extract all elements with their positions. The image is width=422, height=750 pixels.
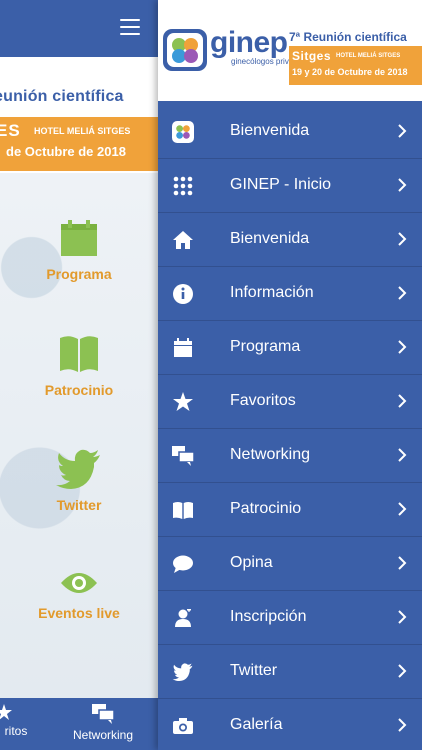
menu-item-bienvenida[interactable]: Bienvenida bbox=[158, 105, 422, 159]
menu-item-label: Programa bbox=[230, 338, 301, 355]
header-sitges-text: Sitges bbox=[292, 49, 332, 63]
chevron-right-icon bbox=[398, 124, 407, 138]
ginep-logo-icon bbox=[172, 121, 194, 143]
banner-reunion-text: eunión científica bbox=[0, 88, 124, 105]
chevron-right-icon bbox=[398, 232, 407, 246]
bottom-tab-bar: ritos Networking bbox=[0, 698, 158, 750]
menu-item-label: Galería bbox=[230, 716, 283, 733]
grid-icon bbox=[172, 175, 194, 197]
navigation-drawer: ginep ginecólogos privados 7ª Reunión ci… bbox=[158, 0, 422, 750]
chevron-right-icon bbox=[398, 664, 407, 678]
menu-item-label: Patrocinio bbox=[230, 500, 302, 517]
banner-sitges-text: ES bbox=[0, 121, 21, 140]
star-icon bbox=[172, 391, 194, 413]
tab-label: ritos bbox=[4, 724, 28, 738]
drawer-header: ginep ginecólogos privados 7ª Reunión ci… bbox=[158, 0, 422, 101]
chat-bubbles-icon bbox=[172, 445, 194, 467]
chevron-right-icon bbox=[398, 286, 407, 300]
tile-twitter[interactable]: Twitter bbox=[0, 449, 158, 513]
header-dates-text: 19 y 20 de Octubre de 2018 bbox=[292, 67, 408, 77]
tile-label: Programa bbox=[46, 266, 112, 282]
menu-icon[interactable] bbox=[120, 19, 140, 35]
menu-item-programa[interactable]: Programa bbox=[158, 321, 422, 375]
chevron-right-icon bbox=[398, 178, 407, 192]
menu-item-bienvenida-home[interactable]: Bienvenida bbox=[158, 213, 422, 267]
twitter-bird-icon bbox=[56, 449, 100, 489]
menu-item-networking[interactable]: Networking bbox=[158, 429, 422, 483]
tile-label: Patrocinio bbox=[44, 382, 114, 398]
menu-item-label: Información bbox=[230, 284, 314, 301]
tile-label: Twitter bbox=[56, 497, 102, 513]
speech-bubble-icon bbox=[172, 553, 194, 575]
book-icon bbox=[60, 336, 98, 372]
camera-icon bbox=[172, 715, 194, 737]
menu-item-label: Opina bbox=[230, 554, 273, 571]
menu-item-label: Inscripción bbox=[230, 608, 307, 625]
chevron-right-icon bbox=[398, 718, 407, 732]
info-icon bbox=[172, 283, 194, 305]
calendar-icon bbox=[61, 220, 97, 256]
tile-patrocinio[interactable]: Patrocinio bbox=[0, 334, 158, 398]
header-hotel-text: HOTEL MELIÁ SITGES bbox=[336, 53, 401, 59]
eye-icon bbox=[61, 573, 97, 593]
top-bar bbox=[0, 0, 158, 57]
chevron-right-icon bbox=[398, 448, 407, 462]
menu-item-ginep-inicio[interactable]: GINEP - Inicio bbox=[158, 159, 422, 213]
header-reunion-text: 7ª Reunión científica bbox=[289, 30, 407, 44]
menu-item-label: Networking bbox=[230, 446, 311, 463]
menu-item-patrocinio[interactable]: Patrocinio bbox=[158, 483, 422, 537]
tile-programa[interactable]: Programa bbox=[0, 218, 158, 282]
menu-item-twitter[interactable]: Twitter bbox=[158, 645, 422, 699]
book-icon bbox=[172, 499, 194, 521]
chat-bubbles-icon bbox=[92, 704, 114, 724]
menu-item-opina[interactable]: Opina bbox=[158, 537, 422, 591]
menu-item-label: Bienvenida bbox=[230, 122, 310, 139]
chevron-right-icon bbox=[398, 340, 407, 354]
chevron-right-icon bbox=[398, 610, 407, 624]
ginep-logo-icon bbox=[163, 29, 207, 71]
tab-networking[interactable]: Networking bbox=[72, 704, 134, 742]
chevron-right-icon bbox=[398, 556, 407, 570]
menu-item-label: Bienvenida bbox=[230, 230, 310, 247]
menu-item-label: GINEP - Inicio bbox=[230, 176, 332, 193]
chevron-right-icon bbox=[398, 394, 407, 408]
banner-dates-text: de Octubre de 2018 bbox=[6, 144, 126, 159]
menu-item-label: Twitter bbox=[230, 662, 278, 679]
twitter-icon bbox=[172, 661, 194, 683]
menu-item-label: Favoritos bbox=[230, 392, 296, 409]
chevron-right-icon bbox=[398, 502, 407, 516]
ginep-logo-text: ginep bbox=[210, 26, 288, 59]
tab-favoritos[interactable]: ritos bbox=[0, 704, 36, 738]
user-icon bbox=[172, 607, 194, 629]
main-screen: eunión científica ES HOTEL MELIÁ SITGES … bbox=[0, 0, 158, 750]
tab-label: Networking bbox=[72, 728, 134, 742]
tile-eventos-live[interactable]: Eventos live bbox=[0, 569, 158, 621]
drawer-menu: Bienvenida GINEP - Inicio Bienvenida Inf… bbox=[158, 105, 422, 750]
calendar-icon bbox=[172, 337, 194, 359]
menu-item-inscripcion[interactable]: Inscripción bbox=[158, 591, 422, 645]
star-icon bbox=[0, 704, 12, 720]
menu-item-informacion[interactable]: Información bbox=[158, 267, 422, 321]
menu-item-favoritos[interactable]: Favoritos bbox=[158, 375, 422, 429]
banner-hotel-text: HOTEL MELIÁ SITGES bbox=[34, 126, 131, 136]
tile-label: Eventos live bbox=[38, 605, 120, 621]
home-icon bbox=[172, 229, 194, 251]
event-banner: eunión científica ES HOTEL MELIÁ SITGES … bbox=[0, 57, 158, 173]
menu-item-galeria[interactable]: Galería bbox=[158, 699, 422, 750]
